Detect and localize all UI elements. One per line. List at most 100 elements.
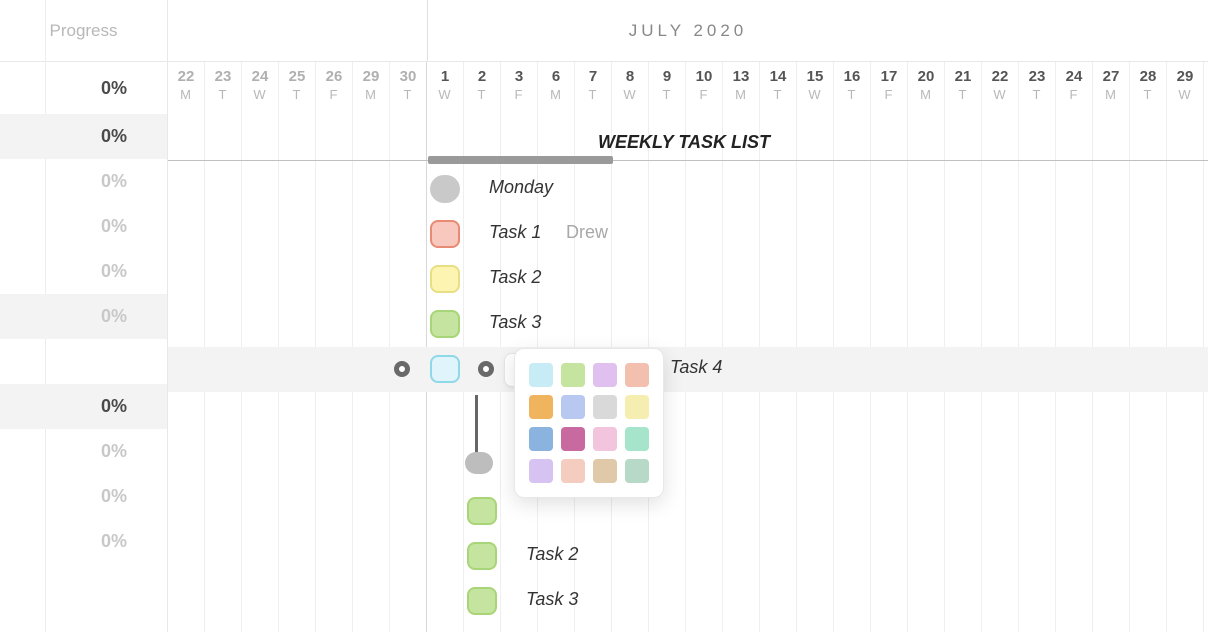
day-number: 24 <box>242 68 278 85</box>
progress-cell: 0% <box>0 159 167 204</box>
color-swatch[interactable] <box>529 459 553 483</box>
task-label: Task 2 <box>489 267 541 288</box>
month-label: JULY 2020 <box>629 21 748 41</box>
day-weekday: T <box>464 87 500 102</box>
task-chip[interactable] <box>467 587 497 615</box>
task-row[interactable]: Monday <box>168 167 1208 212</box>
progress-cell: 0% <box>0 249 167 294</box>
day-weekday: T <box>575 87 611 102</box>
color-swatch[interactable] <box>593 459 617 483</box>
day-weekday: T <box>205 87 241 102</box>
day-number: 6 <box>538 68 574 85</box>
color-swatch[interactable] <box>593 395 617 419</box>
day-number: 8 <box>612 68 648 85</box>
day-number: 25 <box>279 68 315 85</box>
day-weekday: T <box>390 87 426 102</box>
task-row[interactable]: Task 3 <box>168 302 1208 347</box>
day-weekday: M <box>723 87 759 102</box>
task-row[interactable]: Task 2 <box>168 257 1208 302</box>
day-weekday: T <box>834 87 870 102</box>
day-weekday: W <box>1167 87 1203 102</box>
color-swatch[interactable] <box>561 427 585 451</box>
day-weekday: T <box>279 87 315 102</box>
task-chip[interactable] <box>430 310 460 338</box>
task-row[interactable] <box>168 489 1208 534</box>
task-row[interactable]: Task 2 <box>168 534 1208 579</box>
color-swatch[interactable] <box>561 395 585 419</box>
progress-header: Progress <box>0 0 167 62</box>
day-weekday: F <box>1056 87 1092 102</box>
task-label: Task 3 <box>526 589 578 610</box>
task-row[interactable]: Task 3 <box>168 579 1208 624</box>
color-swatch[interactable] <box>593 427 617 451</box>
day-number: 20 <box>908 68 944 85</box>
day-number: 3 <box>501 68 537 85</box>
color-swatch[interactable] <box>561 363 585 387</box>
day-number: 21 <box>945 68 981 85</box>
color-swatch[interactable] <box>593 363 617 387</box>
day-number: 17 <box>871 68 907 85</box>
task-label: Task 3 <box>489 312 541 333</box>
day-number: 28 <box>1130 68 1166 85</box>
task-label: Monday <box>489 177 553 198</box>
day-weekday: W <box>612 87 648 102</box>
color-swatch[interactable] <box>625 427 649 451</box>
task-assignee: Drew <box>566 222 608 243</box>
task-chip[interactable] <box>430 175 460 203</box>
drag-handle-right-icon[interactable] <box>478 361 494 377</box>
day-weekday: M <box>168 87 204 102</box>
day-weekday: W <box>982 87 1018 102</box>
day-number: 23 <box>1019 68 1055 85</box>
progress-cell: 0% <box>0 519 167 564</box>
day-weekday: M <box>1093 87 1129 102</box>
day-weekday: M <box>908 87 944 102</box>
color-swatch[interactable] <box>529 363 553 387</box>
day-number: 30 <box>390 68 426 85</box>
task-chip[interactable] <box>430 355 460 383</box>
color-swatch[interactable] <box>529 395 553 419</box>
color-swatch[interactable] <box>625 363 649 387</box>
day-number: 13 <box>723 68 759 85</box>
day-number: 24 <box>1056 68 1092 85</box>
day-number: 26 <box>316 68 352 85</box>
day-weekday: M <box>353 87 389 102</box>
day-number: 23 <box>205 68 241 85</box>
day-number: 2 <box>464 68 500 85</box>
task-label: Task 2 <box>526 544 578 565</box>
drag-handle-left-icon[interactable] <box>394 361 410 377</box>
group-summary-bar[interactable] <box>428 156 613 164</box>
day-weekday: W <box>427 87 463 102</box>
task-chip[interactable] <box>467 542 497 570</box>
task-chip[interactable] <box>430 265 460 293</box>
month-header: JULY 2020 <box>168 0 1208 62</box>
progress-sidebar: Progress 0%0%0%0%0%0%0%0%0%0% <box>0 0 168 632</box>
day-weekday: F <box>871 87 907 102</box>
progress-cell: 0% <box>0 294 167 339</box>
color-swatch[interactable] <box>561 459 585 483</box>
day-number: 10 <box>686 68 722 85</box>
task-chip[interactable] <box>467 497 497 525</box>
day-number: 15 <box>797 68 833 85</box>
progress-cell: 0% <box>0 429 167 474</box>
day-weekday: F <box>501 87 537 102</box>
day-weekday: F <box>316 87 352 102</box>
task-chip[interactable] <box>430 220 460 248</box>
day-number: 22 <box>982 68 1018 85</box>
day-number: 1 <box>427 68 463 85</box>
day-weekday: W <box>797 87 833 102</box>
task-label: Task 4 <box>670 357 722 378</box>
task-row[interactable]: Task 1Drew <box>168 212 1208 257</box>
day-weekday: W <box>242 87 278 102</box>
progress-cell: 0% <box>0 114 167 159</box>
day-weekday: T <box>1130 87 1166 102</box>
color-swatch[interactable] <box>529 427 553 451</box>
day-number: 27 <box>1093 68 1129 85</box>
progress-cell: 0% <box>0 204 167 249</box>
group-title: WEEKLY TASK LIST <box>598 132 770 153</box>
day-number: 22 <box>168 68 204 85</box>
color-swatch[interactable] <box>625 459 649 483</box>
day-weekday: T <box>1019 87 1055 102</box>
day-number: 29 <box>1167 68 1203 85</box>
color-swatch[interactable] <box>625 395 649 419</box>
subgroup-marker[interactable] <box>465 452 493 474</box>
